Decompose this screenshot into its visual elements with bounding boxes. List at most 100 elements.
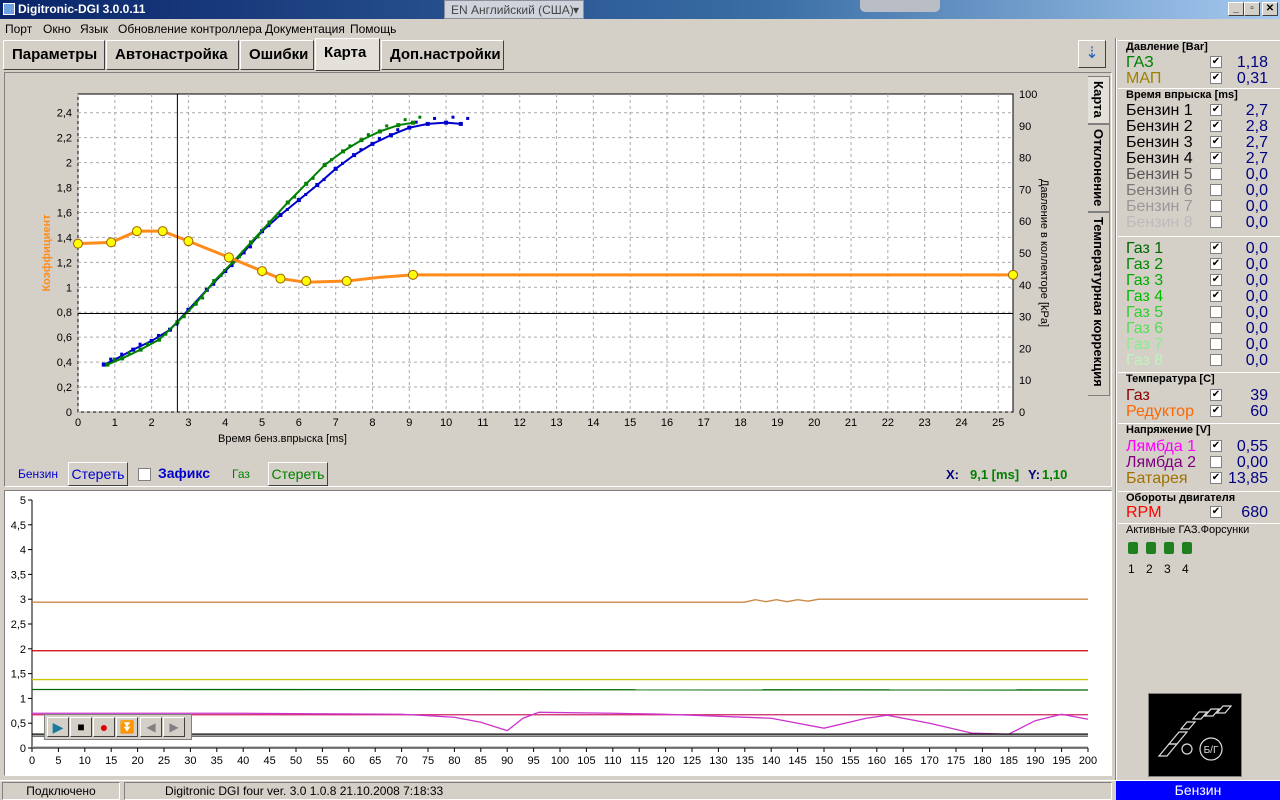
coefficient-point (275, 273, 286, 284)
gas-injection-checkbox[interactable]: ✔ (1210, 290, 1222, 302)
switch-graphic: Б/Г (1157, 705, 1233, 761)
pressure-checkbox[interactable]: ✔ (1210, 56, 1222, 68)
pointer-icon[interactable]: ⇣ (1078, 40, 1106, 68)
temperature-value: 60 (1250, 403, 1268, 420)
gas-injection-checkbox[interactable] (1210, 354, 1222, 366)
keyboard-icon[interactable] (860, 0, 940, 12)
maximize-button[interactable]: ▫ (1244, 2, 1260, 16)
x-tick-label: 170 (920, 755, 938, 767)
connection-status: Подключено (2, 782, 120, 800)
close-button[interactable]: ✕ (1262, 2, 1278, 16)
record-icon[interactable]: ● (93, 717, 115, 737)
y-tick-label: 1,4 (57, 232, 72, 244)
voltage-row: Батарея ✔ 13,85 (1126, 470, 1276, 487)
coefficient-point (341, 276, 352, 287)
switch-label: Б/Г (1204, 745, 1219, 756)
injector-number: 4 (1182, 562, 1189, 576)
voltage-checkbox[interactable] (1210, 456, 1222, 468)
menu-window[interactable]: Окно (43, 22, 71, 36)
injection-checkbox[interactable] (1210, 184, 1222, 196)
menu-port[interactable]: Порт (5, 22, 32, 36)
injection-checkbox[interactable] (1210, 200, 1222, 212)
fix-checkbox[interactable] (138, 468, 151, 481)
voltage-panel: Напряжение [V] Лямбда 1 ✔ 0,55 Лямбда 2 0,00… (1118, 423, 1280, 491)
x-tick-label: 80 (448, 755, 460, 767)
gas-injection-checkbox[interactable]: ✔ (1210, 258, 1222, 270)
gas-injection-checkbox[interactable]: ✔ (1210, 274, 1222, 286)
injector-number: 1 (1128, 562, 1135, 576)
injection-checkbox[interactable] (1210, 216, 1222, 228)
next-icon[interactable]: ▶ (163, 717, 185, 737)
gas-injection-checkbox[interactable]: ✔ (1210, 242, 1222, 254)
tab-autotune[interactable]: Автонастройка (106, 40, 239, 70)
injection-checkbox[interactable]: ✔ (1210, 104, 1222, 116)
x-tick-label: 70 (395, 755, 407, 767)
y2-tick-label: 90 (1019, 121, 1031, 133)
tab-map[interactable]: Карта (315, 38, 380, 71)
tab-parameters[interactable]: Параметры (3, 40, 105, 70)
injection-checkbox[interactable] (1210, 168, 1222, 180)
injection-checkbox[interactable]: ✔ (1210, 136, 1222, 148)
menu-language[interactable]: Язык (80, 22, 108, 36)
gas-injection-checkbox[interactable] (1210, 322, 1222, 334)
y-tick-label: 0,5 (11, 718, 26, 730)
gas-clear-button[interactable]: Стереть (268, 462, 328, 486)
x-tick-label: 150 (815, 755, 833, 767)
play-icon[interactable]: ▶ (47, 717, 69, 737)
x-tick-label: 11 (477, 417, 488, 429)
menu-bar: Порт Окно Язык Обновление контроллера До… (0, 19, 1280, 38)
y-tick-label: 0 (66, 407, 72, 419)
x-tick-label: 155 (841, 755, 859, 767)
menu-update-controller[interactable]: Обновление контроллера (118, 22, 262, 36)
x-tick-label: 20 (131, 755, 143, 767)
injection-checkbox[interactable]: ✔ (1210, 152, 1222, 164)
fuel-switch[interactable]: Б/Г (1148, 693, 1242, 777)
temperature-checkbox[interactable]: ✔ (1210, 389, 1222, 401)
temperature-panel: Температура [C] Газ ✔ 39 Редуктор ✔ 60 (1118, 372, 1280, 422)
injector-icon (1164, 542, 1174, 554)
coefficient-point (183, 236, 194, 247)
y-tick-label: 1 (66, 282, 72, 294)
benzin-label: Бензин (18, 467, 59, 481)
stop-icon[interactable]: ■ (70, 717, 92, 737)
pressure-checkbox[interactable]: ✔ (1210, 72, 1222, 84)
pressure-header: Давление [Bar] (1126, 41, 1208, 53)
rpm-checkbox[interactable]: ✔ (1210, 506, 1222, 518)
download-icon[interactable]: ⏬ (116, 717, 138, 737)
y-tick-label: 0,6 (57, 332, 72, 344)
x-tick-label: 20 (808, 417, 820, 429)
temperature-label: Редуктор (1126, 403, 1194, 420)
injection-checkbox[interactable]: ✔ (1210, 120, 1222, 132)
benzin-clear-button[interactable]: Стереть (68, 462, 128, 486)
y-tick-label: 1,5 (11, 669, 26, 681)
voltage-checkbox[interactable]: ✔ (1210, 440, 1222, 452)
gas-injection-checkbox[interactable] (1210, 338, 1222, 350)
temperature-checkbox[interactable]: ✔ (1210, 405, 1222, 417)
gas-injection-row: Газ 6 0,0 (1126, 320, 1276, 337)
coord-y-label: Y: (1028, 467, 1041, 482)
menu-documentation[interactable]: Документация (265, 22, 345, 36)
injector-number: 2 (1146, 562, 1153, 576)
x-tick-label: 50 (290, 755, 302, 767)
x-tick-label: 90 (501, 755, 513, 767)
gas-injection-checkbox[interactable] (1210, 306, 1222, 318)
voltage-checkbox[interactable]: ✔ (1210, 472, 1222, 484)
menu-help[interactable]: Помощь (350, 22, 396, 36)
side-tab-deviation[interactable]: Отклонение (1088, 124, 1110, 212)
prev-icon[interactable]: ◀ (140, 717, 162, 737)
side-tab-temp-correction-label: Температурная коррекция (1091, 217, 1106, 387)
x-tick-label: 35 (211, 755, 223, 767)
y-tick-label: 0,2 (57, 382, 72, 394)
y2-axis-label: Давление в коллекторе [kPa] (1038, 179, 1050, 327)
tab-extra-settings[interactable]: Доп.настройки (381, 40, 504, 70)
x-tick-label: 2 (149, 417, 155, 429)
title-bar[interactable]: Digitronic-DGI 3.0.0.11 EN Английский (С… (0, 0, 1280, 19)
side-tab-map[interactable]: Карта (1088, 76, 1110, 124)
side-tab-temp-correction[interactable]: Температурная коррекция (1088, 212, 1110, 396)
map-chart[interactable]: 0 1 2 3 4 5 6 7 8 9 10 11 12 13 14 15 16 17 18 19 20 21 22 23 24… (10, 82, 1086, 450)
language-indicator[interactable]: EN Английский (США) ▾ (444, 0, 584, 19)
minimize-button[interactable]: _ (1228, 2, 1244, 16)
device-info: Digitronic DGI four ver. 3.0 1.0.8 21.10… (124, 782, 1112, 800)
tab-errors[interactable]: Ошибки (240, 40, 314, 70)
coord-y-value: 1,10 (1042, 467, 1068, 482)
